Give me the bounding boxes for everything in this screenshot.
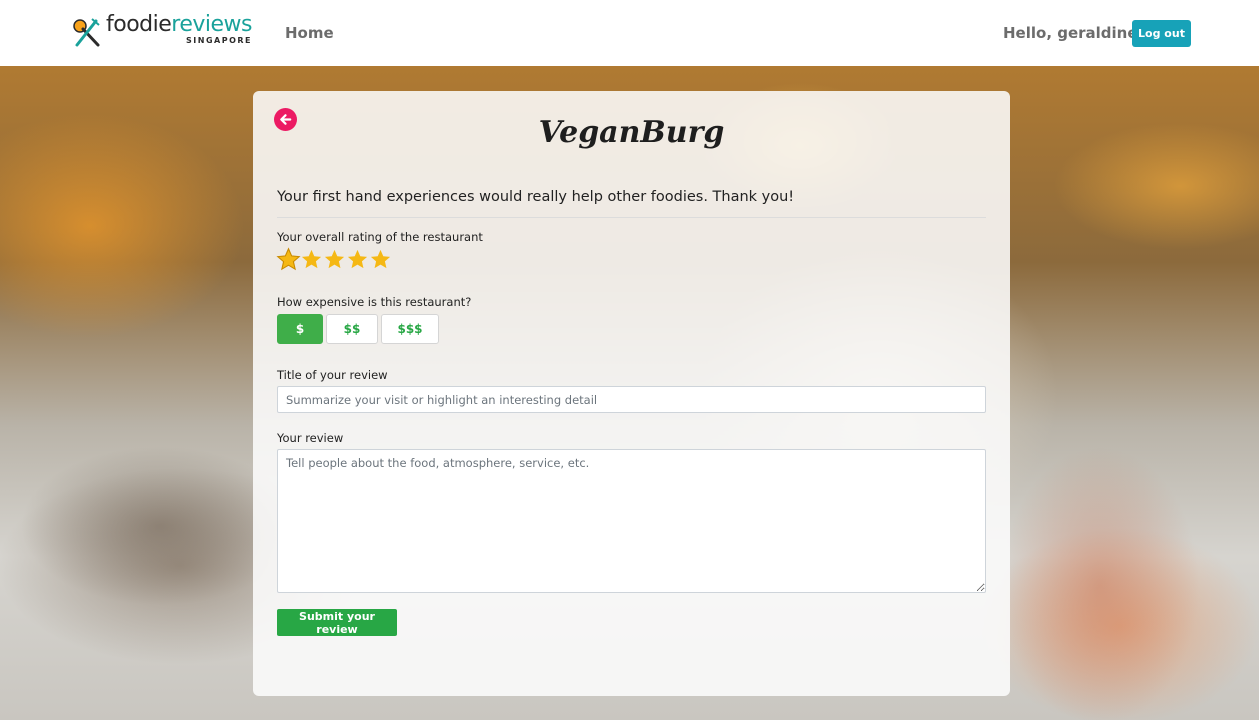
price-selector: $ $$ $$$ — [277, 314, 439, 344]
navbar: foodiereviews SINGAPORE Home Hello, gera… — [0, 0, 1259, 66]
review-text-input[interactable] — [277, 449, 986, 593]
price-label: How expensive is this restaurant? — [277, 295, 472, 309]
star-icon[interactable] — [276, 247, 302, 273]
star-icon[interactable] — [369, 248, 392, 271]
review-form-card: VeganBurg Your first hand experiences wo… — [253, 91, 1010, 696]
star-icon[interactable] — [346, 248, 369, 271]
divider — [277, 217, 986, 218]
rating-label: Your overall rating of the restaurant — [277, 230, 483, 244]
submit-review-button[interactable]: Submit your review — [277, 609, 397, 636]
brand-logo[interactable]: foodiereviews SINGAPORE — [70, 14, 252, 50]
restaurant-name: VeganBurg — [538, 115, 725, 150]
star-icon[interactable] — [323, 248, 346, 271]
brand-subtitle: SINGAPORE — [186, 36, 252, 45]
fork-spoon-icon — [73, 18, 100, 47]
price-option-3[interactable]: $$$ — [381, 314, 439, 344]
star-icon[interactable] — [300, 248, 323, 271]
logout-button[interactable]: Log out — [1132, 20, 1191, 47]
intro-text: Your first hand experiences would really… — [277, 189, 795, 205]
review-label: Your review — [277, 431, 344, 445]
star-rating[interactable] — [276, 247, 392, 273]
brand-word-foodie: foodie — [106, 12, 172, 37]
price-option-2[interactable]: $$ — [326, 314, 378, 344]
review-title-input[interactable] — [277, 386, 986, 413]
user-greeting: Hello, geraldine! — [1003, 24, 1145, 42]
brand-word-reviews: reviews — [171, 12, 252, 37]
title-label: Title of your review — [277, 368, 388, 382]
price-option-1[interactable]: $ — [277, 314, 323, 344]
nav-home-link[interactable]: Home — [285, 24, 334, 42]
